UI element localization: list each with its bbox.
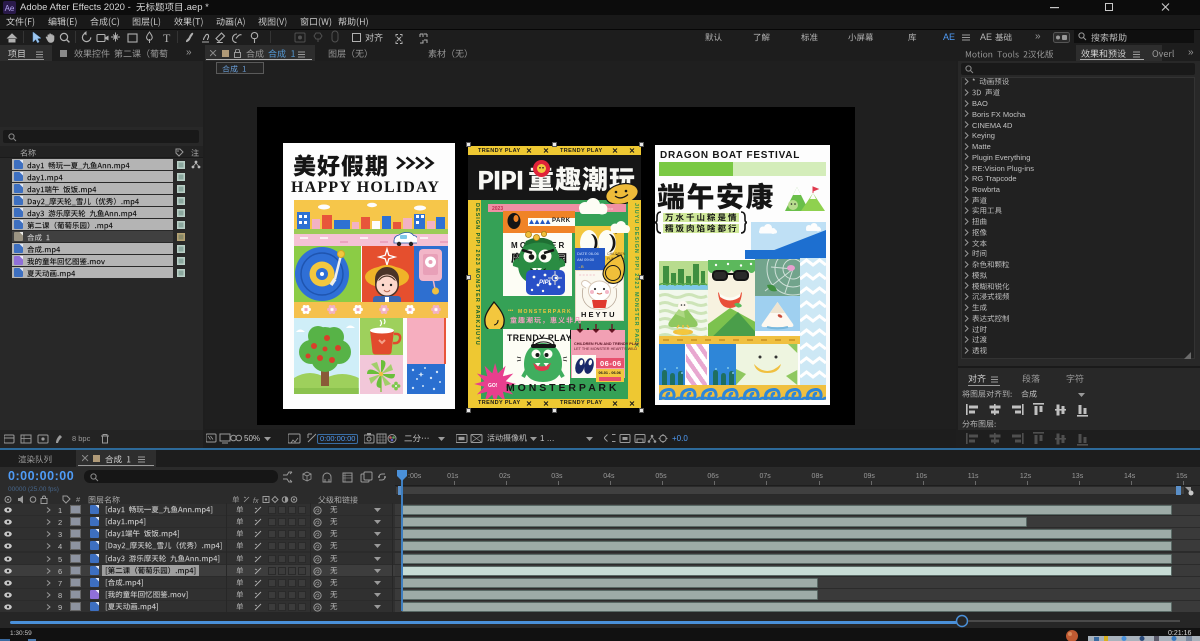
svg-text:Ae: Ae <box>5 4 15 13</box>
svg-text:GO!: GO! <box>488 383 498 389</box>
svg-text:T: T <box>163 31 171 44</box>
